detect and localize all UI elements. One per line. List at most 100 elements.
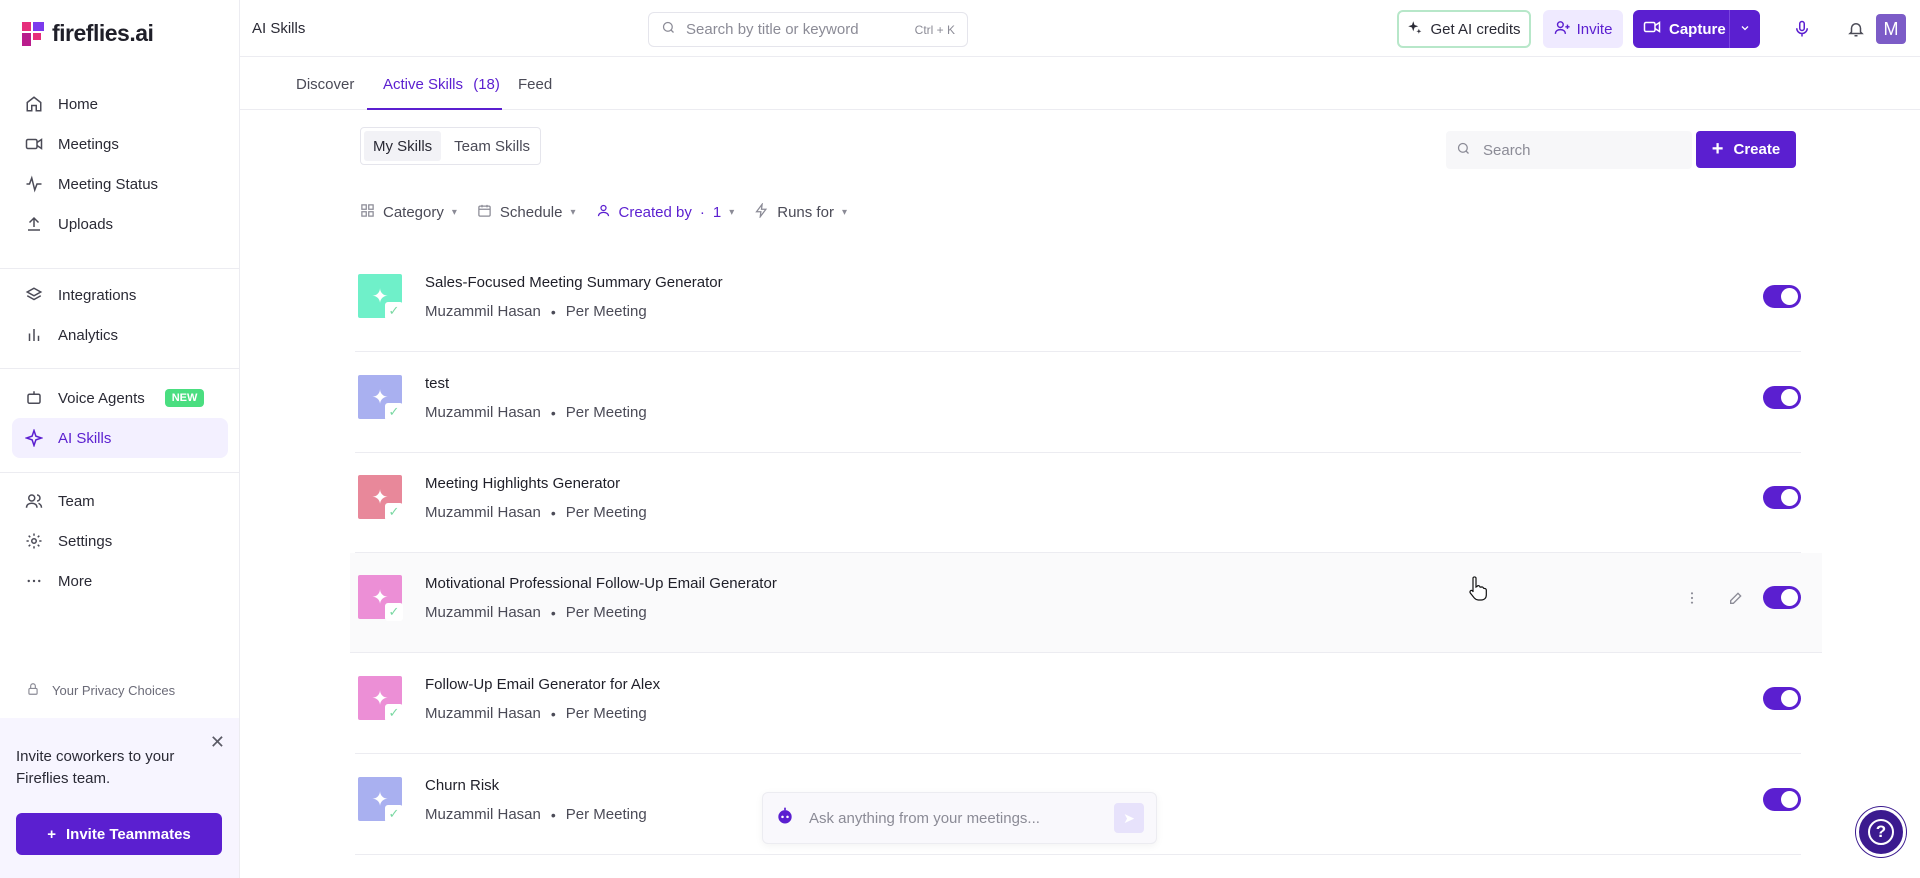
skill-meta: Muzammil Hasan • Per Meeting [425, 705, 647, 722]
brand-name: fireflies.ai [52, 20, 154, 46]
chevron-down-icon: ▾ [841, 206, 847, 218]
meta-separator: • [550, 303, 556, 320]
schedule-filter[interactable]: Schedule ▾ [477, 203, 576, 222]
created-by-filter[interactable]: Created by · 1 ▾ [596, 203, 735, 222]
skill-meta: Muzammil Hasan • Per Meeting [425, 504, 647, 521]
sidebar-item-home[interactable]: Home [12, 84, 228, 124]
sidebar-item-label: Uploads [58, 215, 114, 233]
sidebar-item-label: Home [58, 95, 99, 113]
avatar[interactable]: M [1876, 14, 1906, 44]
search-placeholder: Search by title or keyword [686, 21, 859, 38]
sidebar-item-voice-agents[interactable]: Voice Agents NEW [12, 378, 228, 418]
nav-secondary: Integrations Analytics [12, 275, 228, 355]
check-icon: ✓ [385, 302, 403, 320]
sidebar-item-analytics[interactable]: Analytics [12, 315, 228, 355]
runs-for-filter[interactable]: Runs for ▾ [754, 201, 847, 222]
invite-button[interactable]: Invite [1543, 10, 1623, 48]
lock-icon [26, 682, 40, 699]
sidebar-item-label: Team [58, 492, 95, 510]
skill-frequency: Per Meeting [565, 806, 647, 823]
invite-teammates-label: Invite Teammates [65, 825, 191, 843]
sidebar-item-settings[interactable]: Settings [12, 521, 228, 561]
skill-title: test [425, 375, 450, 392]
send-icon[interactable]: ➤ [1114, 803, 1144, 833]
sidebar-item-label: Settings [58, 532, 113, 550]
close-icon[interactable]: ✕ [210, 732, 225, 753]
sidebar-item-more[interactable]: More [12, 561, 228, 601]
search-shortcut: Ctrl + K [914, 22, 955, 37]
user-icon [596, 203, 611, 222]
page-title: AI Skills [252, 20, 306, 37]
sidebar-item-label: Integrations [58, 286, 137, 304]
tab-active-skills[interactable]: Active Skills (18) [383, 76, 500, 93]
team-skills-option[interactable]: Team Skills [445, 131, 539, 161]
bot-icon [24, 388, 44, 408]
credits-label: Get AI credits [1430, 20, 1521, 38]
check-icon: ✓ [385, 805, 403, 823]
my-skills-option[interactable]: My Skills [364, 131, 442, 161]
skill-author: Muzammil Hasan [425, 404, 541, 421]
ask-meetings-input[interactable]: Ask anything from your meetings... ➤ [762, 792, 1157, 844]
skill-enabled-toggle[interactable] [1763, 285, 1801, 308]
meta-separator: • [550, 806, 556, 823]
chevron-down-icon: ▾ [570, 206, 576, 218]
sidebar-item-meetings[interactable]: Meetings [12, 124, 228, 164]
skill-row[interactable]: ✦ ✓ Sales-Focused Meeting Summary Genera… [355, 252, 1801, 352]
sidebar-item-ai-skills[interactable]: AI Skills [12, 418, 228, 458]
skill-row[interactable]: ✦ ✓ Meeting Highlights Generator Muzammi… [355, 453, 1801, 553]
category-filter[interactable]: Category ▾ [360, 203, 457, 222]
microphone-icon[interactable] [1788, 15, 1816, 43]
invite-teammates-button[interactable]: + Invite Teammates [16, 813, 222, 855]
plus-icon: + [1711, 138, 1724, 160]
pencil-icon[interactable] [1725, 587, 1747, 609]
skill-row[interactable]: ✦ ✓ Motivational Professional Follow-Up … [350, 553, 1822, 653]
new-badge: NEW [164, 389, 205, 407]
topbar: AI Skills Search by title or keyword Ctr… [240, 0, 1920, 57]
more-icon [24, 571, 44, 591]
create-button[interactable]: + Create [1696, 131, 1796, 168]
skill-frequency: Per Meeting [565, 604, 647, 621]
skill-search-input[interactable]: Search [1446, 131, 1692, 169]
meta-separator: • [550, 504, 556, 521]
skill-meta: Muzammil Hasan • Per Meeting [425, 404, 647, 421]
skill-enabled-toggle[interactable] [1763, 386, 1801, 409]
skill-frequency: Per Meeting [565, 404, 647, 421]
more-vertical-icon[interactable] [1681, 587, 1703, 609]
get-ai-credits-button[interactable]: Get AI credits [1397, 10, 1531, 48]
sparkle-icon [24, 428, 44, 448]
filter-bar: Category ▾ Schedule ▾ Created by · 1 ▾ R… [360, 201, 847, 223]
sidebar-item-integrations[interactable]: Integrations [12, 275, 228, 315]
privacy-choices-link[interactable]: Your Privacy Choices [26, 682, 175, 699]
invite-card: ✕ Invite coworkers to your Fireflies tea… [0, 718, 239, 878]
capture-dropdown[interactable] [1729, 10, 1760, 48]
sidebar-item-meeting-status[interactable]: Meeting Status [12, 164, 228, 204]
meta-separator: • [550, 705, 556, 722]
plus-icon: + [47, 825, 56, 843]
sidebar-item-uploads[interactable]: Uploads [12, 204, 228, 244]
skill-enabled-toggle[interactable] [1763, 788, 1801, 811]
invite-label: Invite [1576, 20, 1613, 38]
skill-meta: Muzammil Hasan • Per Meeting [425, 303, 647, 320]
skill-row[interactable]: ✦ ✓ Follow-Up Email Generator for Alex M… [355, 654, 1801, 754]
filter-label: Schedule [499, 203, 563, 221]
skill-enabled-toggle[interactable] [1763, 687, 1801, 710]
skill-enabled-toggle[interactable] [1763, 586, 1801, 609]
capture-label: Capture [1669, 20, 1726, 38]
tab-discover[interactable]: Discover [296, 76, 354, 93]
skill-search-placeholder: Search [1483, 141, 1531, 159]
capture-main[interactable]: Capture [1633, 10, 1729, 48]
skill-title: Sales-Focused Meeting Summary Generator [425, 274, 723, 291]
bell-icon[interactable] [1842, 15, 1870, 43]
global-search-input[interactable]: Search by title or keyword Ctrl + K [648, 12, 968, 47]
privacy-label: Your Privacy Choices [52, 683, 176, 698]
fireflies-logo[interactable]: fireflies.ai [22, 20, 154, 47]
help-button[interactable]: ? [1856, 807, 1906, 857]
capture-button[interactable]: Capture [1633, 10, 1760, 48]
skill-row[interactable]: ✦ ✓ test Muzammil Hasan • Per Meeting [355, 353, 1801, 453]
sidebar-item-team[interactable]: Team [12, 481, 228, 521]
chevron-down-icon: ▾ [729, 206, 735, 218]
skill-enabled-toggle[interactable] [1763, 486, 1801, 509]
skill-title: Motivational Professional Follow-Up Emai… [425, 575, 777, 592]
tab-feed[interactable]: Feed [518, 76, 552, 93]
bar-chart-icon [24, 325, 44, 345]
